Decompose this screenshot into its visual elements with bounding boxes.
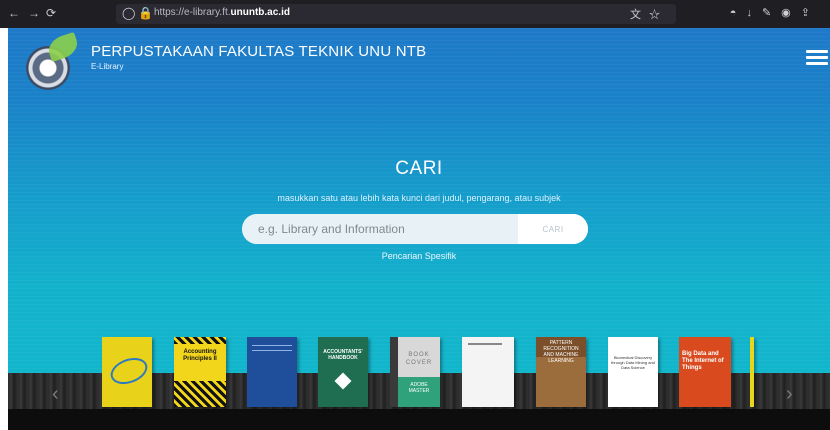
- share-icon[interactable]: ⇪: [801, 7, 820, 19]
- shield-icon[interactable]: ◯: [122, 6, 135, 20]
- book-blue-handbook[interactable]: [247, 337, 297, 407]
- chevron-left-icon[interactable]: ‹: [52, 383, 59, 406]
- lock-icon[interactable]: 🔒: [138, 6, 153, 20]
- browser-window: ← → ⟳ ◯ 🔒 https://e-library.ft.ununtb.ac…: [0, 0, 830, 430]
- url-text[interactable]: https://e-library.ft.ununtb.ac.id: [154, 7, 290, 18]
- book-accountants-handbook[interactable]: ACCOUNTANTS' HANDBOOK: [318, 337, 368, 407]
- toolbar-actions: ◓↓✎◉⇪: [730, 6, 820, 19]
- browser-toolbar: ← → ⟳ ◯ 🔒 https://e-library.ft.ununtb.ac…: [0, 0, 830, 28]
- book-accounting-principles[interactable]: Accounting Principles II: [174, 337, 226, 407]
- book-yellow-spine[interactable]: [750, 337, 754, 407]
- search-description: masukkan satu atau lebih kata kunci dari…: [277, 193, 561, 203]
- book-title: Big Data and The Internet of Things: [682, 351, 724, 371]
- book-title: Accounting Principles II: [183, 349, 217, 362]
- download-icon[interactable]: ↓: [746, 7, 762, 19]
- book-cover-placeholder[interactable]: BOOK COVER ADOBE MASTER: [390, 337, 440, 407]
- address-bar[interactable]: ◯ 🔒 https://e-library.ft.ununtb.ac.id 文☆: [116, 4, 676, 24]
- search-heading: CARI: [395, 158, 443, 179]
- book-big-data-iot[interactable]: Big Data and The Internet of Things: [679, 337, 731, 407]
- book-white-paper[interactable]: [462, 337, 514, 407]
- specific-search-link[interactable]: Pencarian Spesifik: [8, 251, 830, 261]
- translate-icon[interactable]: 文: [630, 9, 649, 21]
- reload-icon[interactable]: ⟳: [46, 6, 56, 20]
- search-input[interactable]: [242, 214, 534, 244]
- forward-icon[interactable]: →: [28, 6, 40, 20]
- search-form: CARI: [242, 214, 588, 244]
- account-icon[interactable]: ◉: [781, 7, 801, 19]
- book-title: PATTERN RECOGNITION AND MACHINE LEARNING: [543, 340, 579, 364]
- back-icon[interactable]: ←: [8, 6, 20, 20]
- book-biomedical-discovery[interactable]: Biomedical Discovery through Data Mining…: [608, 337, 658, 407]
- book-pattern-recognition[interactable]: PATTERN RECOGNITION AND MACHINE LEARNING: [536, 337, 586, 407]
- book-subtitle: ADOBE MASTER: [408, 382, 430, 394]
- star-icon[interactable]: ☆: [649, 9, 668, 21]
- pocket-icon[interactable]: ◓: [730, 7, 747, 19]
- site-title[interactable]: PERPUSTAKAAN FAKULTAS TEKNIK UNU NTB: [91, 43, 426, 60]
- book-title: Biomedical Discovery through Data Mining…: [611, 355, 655, 370]
- url-actions: 文☆: [630, 6, 668, 22]
- chevron-right-icon[interactable]: ›: [786, 383, 793, 406]
- menu-icon[interactable]: [806, 50, 828, 66]
- book-title: BOOK COVER: [405, 352, 433, 366]
- book-title: ACCOUNTANTS' HANDBOOK: [323, 349, 363, 361]
- search-button[interactable]: CARI: [518, 214, 588, 244]
- extensions-icon[interactable]: ✎: [762, 7, 781, 19]
- site-subtitle: E-Library: [91, 62, 124, 71]
- library-page: PERPUSTAKAAN FAKULTAS TEKNIK UNU NTB E-L…: [8, 28, 830, 430]
- book-yellow-textbook[interactable]: [102, 337, 152, 407]
- logo-leaf-decoration: [45, 31, 81, 63]
